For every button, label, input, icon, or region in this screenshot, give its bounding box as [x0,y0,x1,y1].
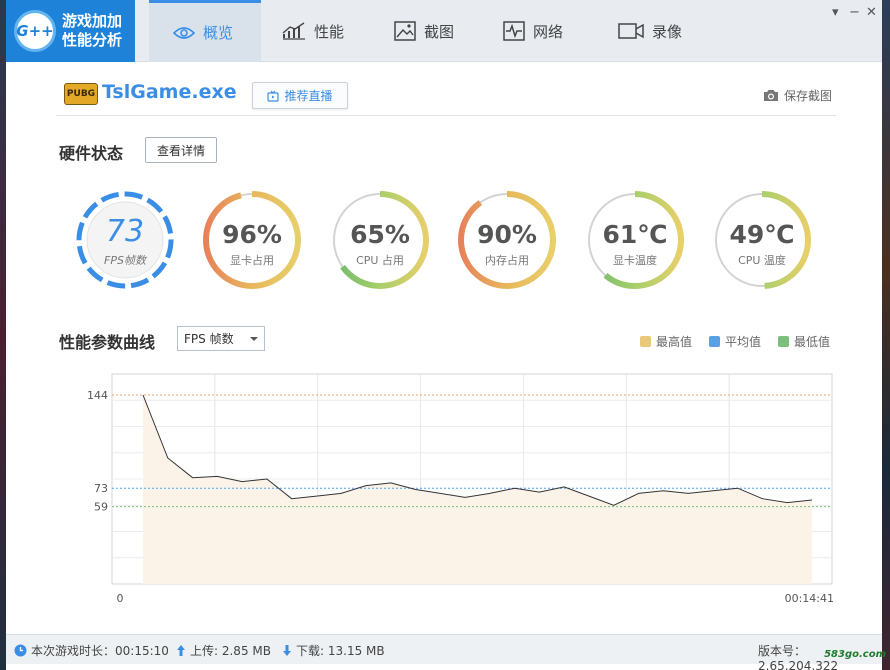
gauge-value: 90% [477,220,537,249]
minimize-button[interactable]: − [849,5,860,20]
tab-screenshot[interactable]: 截图 [394,0,454,62]
game-header: PUBG TslGame.exe 推荐直播 保存截图 [56,78,836,116]
tab-performance[interactable]: 性能 [282,0,344,62]
desktop-background-right [882,0,890,670]
picture-icon [394,21,416,41]
app-window: G++ 游戏加加 性能分析 概览 性能 截图 网络 录像 ▾ − ✕ PUBG … [6,0,882,670]
video-camera-icon [618,23,644,39]
logo-line-2: 性能分析 [62,31,123,49]
status-bar: 本次游戏时长：00:15:10 上传: 2.85 MB 下载: 13.15 MB… [6,634,882,670]
upload-text: 上传: 2.85 MB [190,644,271,658]
legend-avg-label: 平均值 [725,335,762,349]
legend-min-swatch [778,336,789,347]
gauge-label: CPU 温度 [738,254,786,267]
legend-avg-swatch [709,336,720,347]
y-tick-label: 144 [87,389,108,402]
legend-max: 最高值 [640,333,692,350]
tv-icon [267,90,280,102]
legend-min-label: 最低值 [794,335,831,349]
tab-recording-label: 录像 [652,22,683,41]
bar-chart-icon [282,22,305,40]
tab-network-label: 网络 [533,22,564,41]
save-screenshot-button[interactable]: 保存截图 [763,87,832,104]
gauge-value: 61℃ [602,220,668,249]
download-text: 下载: 13.15 MB [296,644,385,658]
tab-network[interactable]: 网络 [503,0,563,62]
tab-screenshot-label: 截图 [424,22,455,41]
eye-icon [173,26,195,39]
tab-overview-label: 概览 [203,24,234,42]
logo-text: 游戏加加 性能分析 [62,12,122,50]
legend-min: 最低值 [778,333,830,350]
metric-select-value: FPS 帧数 [184,332,234,346]
gauge-fps: 73 FPS帧数 [73,188,177,292]
gauge-value: 96% [222,220,282,249]
gauge-cpu-temp: 49℃ CPU 温度 [710,188,814,292]
hardware-status-title: 硬件状态 [59,144,124,163]
game-exe-name: TslGame.exe [102,81,237,103]
y-tick-label: 73 [94,482,108,495]
gauge-value: 49℃ [729,220,795,249]
x-end-label: 00:14:41 [785,592,834,605]
tab-overview[interactable]: 概览 [149,0,261,62]
gauge-value: 65% [350,220,410,249]
save-screenshot-label: 保存截图 [783,89,832,103]
play-time: 本次游戏时长：00:15:10 [14,642,169,659]
upload-stat: 上传: 2.85 MB [176,642,271,659]
gauge-label: 显卡占用 [230,254,274,267]
x-start-label: 0 [117,592,124,605]
tab-recording[interactable]: 录像 [618,0,682,62]
arrow-down-icon [283,645,291,656]
top-nav-bar: G++ 游戏加加 性能分析 概览 性能 截图 网络 录像 ▾ − ✕ [6,0,882,62]
gauge-memory-usage: 90% 内存占用 [455,188,559,292]
logo-line-1: 游戏加加 [62,12,123,30]
pulse-icon [503,21,525,41]
close-button[interactable]: ✕ [866,5,877,20]
clock-icon [14,644,27,657]
download-stat: 下载: 13.15 MB [282,642,385,659]
recommend-live-label: 推荐直播 [284,89,333,103]
performance-curve-title: 性能参数曲线 [59,333,156,352]
view-details-button[interactable]: 查看详情 [145,137,217,163]
gauge-label: FPS帧数 [104,254,146,267]
gauge-label: 显卡温度 [613,254,657,267]
watermark: 583go.com [824,649,886,660]
arrow-up-icon [177,645,185,656]
app-logo: G++ 游戏加加 性能分析 [6,0,135,62]
dropdown-menu-button[interactable]: ▾ [832,5,839,20]
legend-max-label: 最高值 [656,335,693,349]
gauge-gpu-temp: 61℃ 显卡温度 [583,188,687,292]
legend-max-swatch [640,336,651,347]
legend-avg: 平均值 [709,333,761,350]
gauge-value: 73 [105,214,145,249]
game-logo: PUBG [64,83,98,105]
y-tick-label: 59 [94,501,108,514]
gauge-label: 内存占用 [485,254,529,267]
fps-chart: 144 73 59 0 00:14:41 [87,373,834,605]
gauge-gpu-usage: 96% 显卡占用 [200,188,304,292]
chevron-down-icon [250,337,258,341]
play-time-text: 本次游戏时长：00:15:10 [31,644,169,658]
gauge-label: CPU 占用 [356,254,404,267]
logo-badge: G++ [14,10,56,52]
camera-icon [763,90,778,101]
recommend-live-button[interactable]: 推荐直播 [252,82,348,109]
gauge-cpu-usage: 65% CPU 占用 [328,188,432,292]
metric-select[interactable]: FPS 帧数 [177,326,265,351]
tab-performance-label: 性能 [314,22,345,41]
